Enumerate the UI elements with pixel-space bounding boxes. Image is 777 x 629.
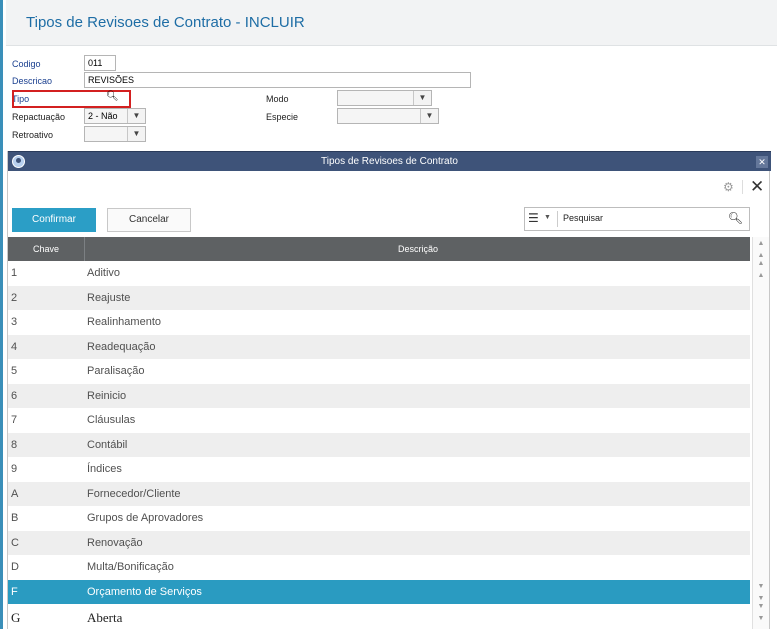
search-icon[interactable]: 🔍︎	[728, 211, 743, 225]
row-key: 4	[11, 340, 18, 353]
repactuacao-value: 2 - Não	[88, 111, 118, 121]
grid-body: 1 Aditivo 2 Reajuste 3 Realinhamento 4 Reade…	[8, 261, 750, 629]
table-row[interactable]: G Aberta	[8, 604, 750, 629]
lookup-dialog: Tipos de Revisoes de Contrato ✕ ⚙ ✕ Conf…	[7, 151, 771, 629]
table-row[interactable]: 9 Índices	[8, 457, 750, 482]
row-key: 7	[11, 414, 18, 426]
grid-scrollbar[interactable]: ▲ ▲ ▲ ▲ ▼ ▼ ▼ ▼	[752, 237, 769, 629]
dialog-header: Tipos de Revisoes de Contrato ✕	[8, 151, 771, 171]
scroll-page-up-icon[interactable]: ▲ ▲	[756, 252, 766, 268]
form-panel: Codigo 011 Descricao REVISÕES Tipo 🔍︎ Mo…	[6, 46, 777, 151]
row-description: Paralisação	[87, 365, 145, 377]
page-title: Tipos de Revisoes de Contrato - INCLUIR	[26, 14, 305, 31]
row-key: 3	[11, 316, 18, 328]
search-divider	[557, 211, 558, 227]
row-key: 2	[11, 291, 18, 304]
retroativo-select[interactable]: ▼	[84, 126, 146, 142]
table-row[interactable]: 4 Readequação	[8, 334, 750, 359]
scroll-down-icon[interactable]: ▼	[756, 583, 766, 591]
table-row[interactable]: 5 Paralisação	[8, 359, 750, 384]
row-key: B	[11, 512, 19, 524]
table-row[interactable]: A Fornecedor/Cliente	[8, 481, 750, 506]
row-description: Cláusulas	[87, 414, 136, 426]
row-description: Aberta	[87, 610, 123, 625]
gear-icon[interactable]: ⚙	[723, 180, 734, 194]
row-description: Reinicio	[87, 389, 127, 402]
table-row[interactable]: D Multa/Bonificação	[8, 555, 750, 580]
row-key: D	[11, 561, 19, 573]
scroll-page-down-icon[interactable]: ▼ ▼	[756, 595, 766, 611]
row-description: Renovação	[87, 536, 143, 549]
row-description: Fornecedor/Cliente	[87, 487, 181, 500]
confirm-button[interactable]: Confirmar	[12, 208, 96, 232]
table-row[interactable]: 7 Cláusulas	[8, 408, 750, 433]
especie-select[interactable]: ▼	[337, 108, 439, 124]
scroll-bottom-icon[interactable]: ▼	[756, 615, 766, 623]
especie-label: Especie	[266, 112, 299, 122]
search-box[interactable]: ☰ ▼ Pesquisar 🔍︎	[524, 207, 750, 231]
table-row[interactable]: 3 Realinhamento	[8, 310, 750, 335]
row-key: 5	[11, 365, 18, 377]
toolbar-divider	[742, 180, 743, 194]
row-description: Multa/Bonificação	[87, 561, 174, 573]
chevron-down-icon: ▼	[127, 109, 145, 123]
descricao-label: Descricao	[12, 76, 53, 86]
table-row[interactable]: 1 Aditivo	[8, 261, 750, 286]
row-description: Reajuste	[87, 291, 131, 304]
grid-header: Chave Descrição	[8, 237, 750, 261]
table-row[interactable]: 6 Reinicio	[8, 383, 750, 408]
column-header-chave[interactable]: Chave	[8, 237, 85, 261]
modo-label: Modo	[266, 94, 289, 104]
row-description: Índices	[87, 463, 122, 475]
codigo-label: Codigo	[12, 59, 41, 69]
row-key: 9	[11, 463, 18, 475]
row-key: F	[11, 585, 18, 598]
close-icon[interactable]: ✕	[756, 156, 768, 168]
column-filter-icon[interactable]: ☰	[528, 211, 539, 225]
tipo-search-icon[interactable]: 🔍︎	[106, 91, 119, 102]
row-key: 1	[11, 267, 18, 279]
column-header-descricao[interactable]: Descrição	[86, 237, 750, 261]
row-description: Realinhamento	[87, 316, 161, 328]
row-key: 8	[11, 438, 18, 451]
page-left-border	[0, 0, 3, 629]
table-row[interactable]: 8 Contábil	[8, 432, 750, 457]
row-key: 6	[11, 389, 18, 402]
scroll-top-icon[interactable]: ▲	[756, 240, 766, 248]
row-description: Grupos de Aprovadores	[87, 512, 204, 524]
table-row[interactable]: 2 Reajuste	[8, 285, 750, 310]
row-description: Contábil	[87, 438, 128, 451]
dialog-title: Tipos de Revisoes de Contrato	[321, 156, 458, 167]
chevron-down-icon[interactable]: ▼	[544, 214, 551, 221]
search-input[interactable]: Pesquisar	[563, 213, 713, 223]
row-description: Orçamento de Serviços	[87, 585, 202, 598]
title-bar: Tipos de Revisoes de Contrato - INCLUIR	[6, 0, 777, 46]
repactuacao-label: Repactuação	[12, 112, 66, 122]
row-key: C	[11, 536, 19, 549]
chevron-down-icon: ▼	[127, 127, 145, 141]
row-key: A	[11, 487, 19, 500]
chevron-down-icon: ▼	[413, 91, 431, 105]
modo-select[interactable]: ▼	[337, 90, 432, 106]
row-description: Aditivo	[87, 267, 121, 279]
repactuacao-select[interactable]: 2 - Não ▼	[84, 108, 146, 124]
row-key: G	[11, 610, 21, 625]
chevron-down-icon: ▼	[420, 109, 438, 123]
cancel-button[interactable]: Cancelar	[107, 208, 191, 232]
descricao-field[interactable]: REVISÕES	[84, 72, 471, 88]
table-row-selected[interactable]: F Orçamento de Serviços	[8, 579, 750, 604]
table-row[interactable]: B Grupos de Aprovadores	[8, 506, 750, 531]
retroativo-label: Retroativo	[12, 130, 54, 140]
row-description: Readequação	[87, 340, 156, 353]
table-row[interactable]: C Renovação	[8, 530, 750, 555]
scroll-up-icon[interactable]: ▲	[756, 272, 766, 280]
codigo-field[interactable]: 011	[84, 55, 116, 71]
close-icon[interactable]: ✕	[750, 177, 764, 197]
